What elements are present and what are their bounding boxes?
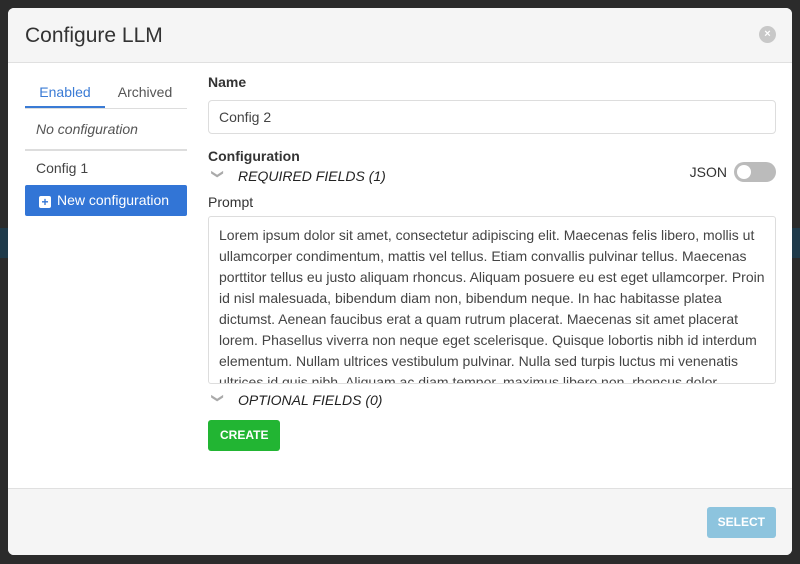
config-form: Name Config 2 Configuration JSON ❯ REQUIR… <box>208 74 776 451</box>
new-configuration-button[interactable]: + New configuration <box>25 185 187 216</box>
close-icon[interactable]: × <box>759 26 776 43</box>
json-toggle-group: JSON <box>690 162 776 182</box>
no-configuration-item[interactable]: No configuration <box>25 109 187 151</box>
config-sidebar: Enabled Archived No configuration Config… <box>25 74 187 216</box>
config-list-item[interactable]: Config 1 <box>25 151 187 185</box>
modal-title: Configure LLM <box>25 24 163 47</box>
optional-fields-toggle[interactable]: ❯ OPTIONAL FIELDS (0) <box>208 392 776 408</box>
prompt-textarea[interactable]: Lorem ipsum dolor sit amet, consectetur … <box>208 216 776 384</box>
modal-footer: SELECT <box>8 488 792 555</box>
new-configuration-label: New configuration <box>57 192 170 208</box>
json-toggle[interactable] <box>734 162 776 182</box>
required-fields-label: REQUIRED FIELDS (1) <box>238 168 386 184</box>
tab-archived[interactable]: Archived <box>105 74 185 108</box>
chevron-down-icon: ❯ <box>211 393 225 404</box>
plus-icon: + <box>39 196 51 208</box>
select-button[interactable]: SELECT <box>706 507 776 538</box>
modal-header: Configure LLM × <box>8 8 792 63</box>
json-label: JSON <box>689 164 727 180</box>
tab-enabled[interactable]: Enabled <box>25 74 105 108</box>
prompt-label: Prompt <box>208 194 254 210</box>
configure-llm-modal: Configure LLM × Enabled Archived No conf… <box>8 8 792 555</box>
optional-fields-label: OPTIONAL FIELDS (0) <box>238 392 383 408</box>
name-input[interactable]: Config 2 <box>208 100 776 134</box>
create-button[interactable]: CREATE <box>208 420 281 451</box>
name-label: Name <box>208 74 247 90</box>
chevron-down-icon: ❯ <box>211 169 225 180</box>
